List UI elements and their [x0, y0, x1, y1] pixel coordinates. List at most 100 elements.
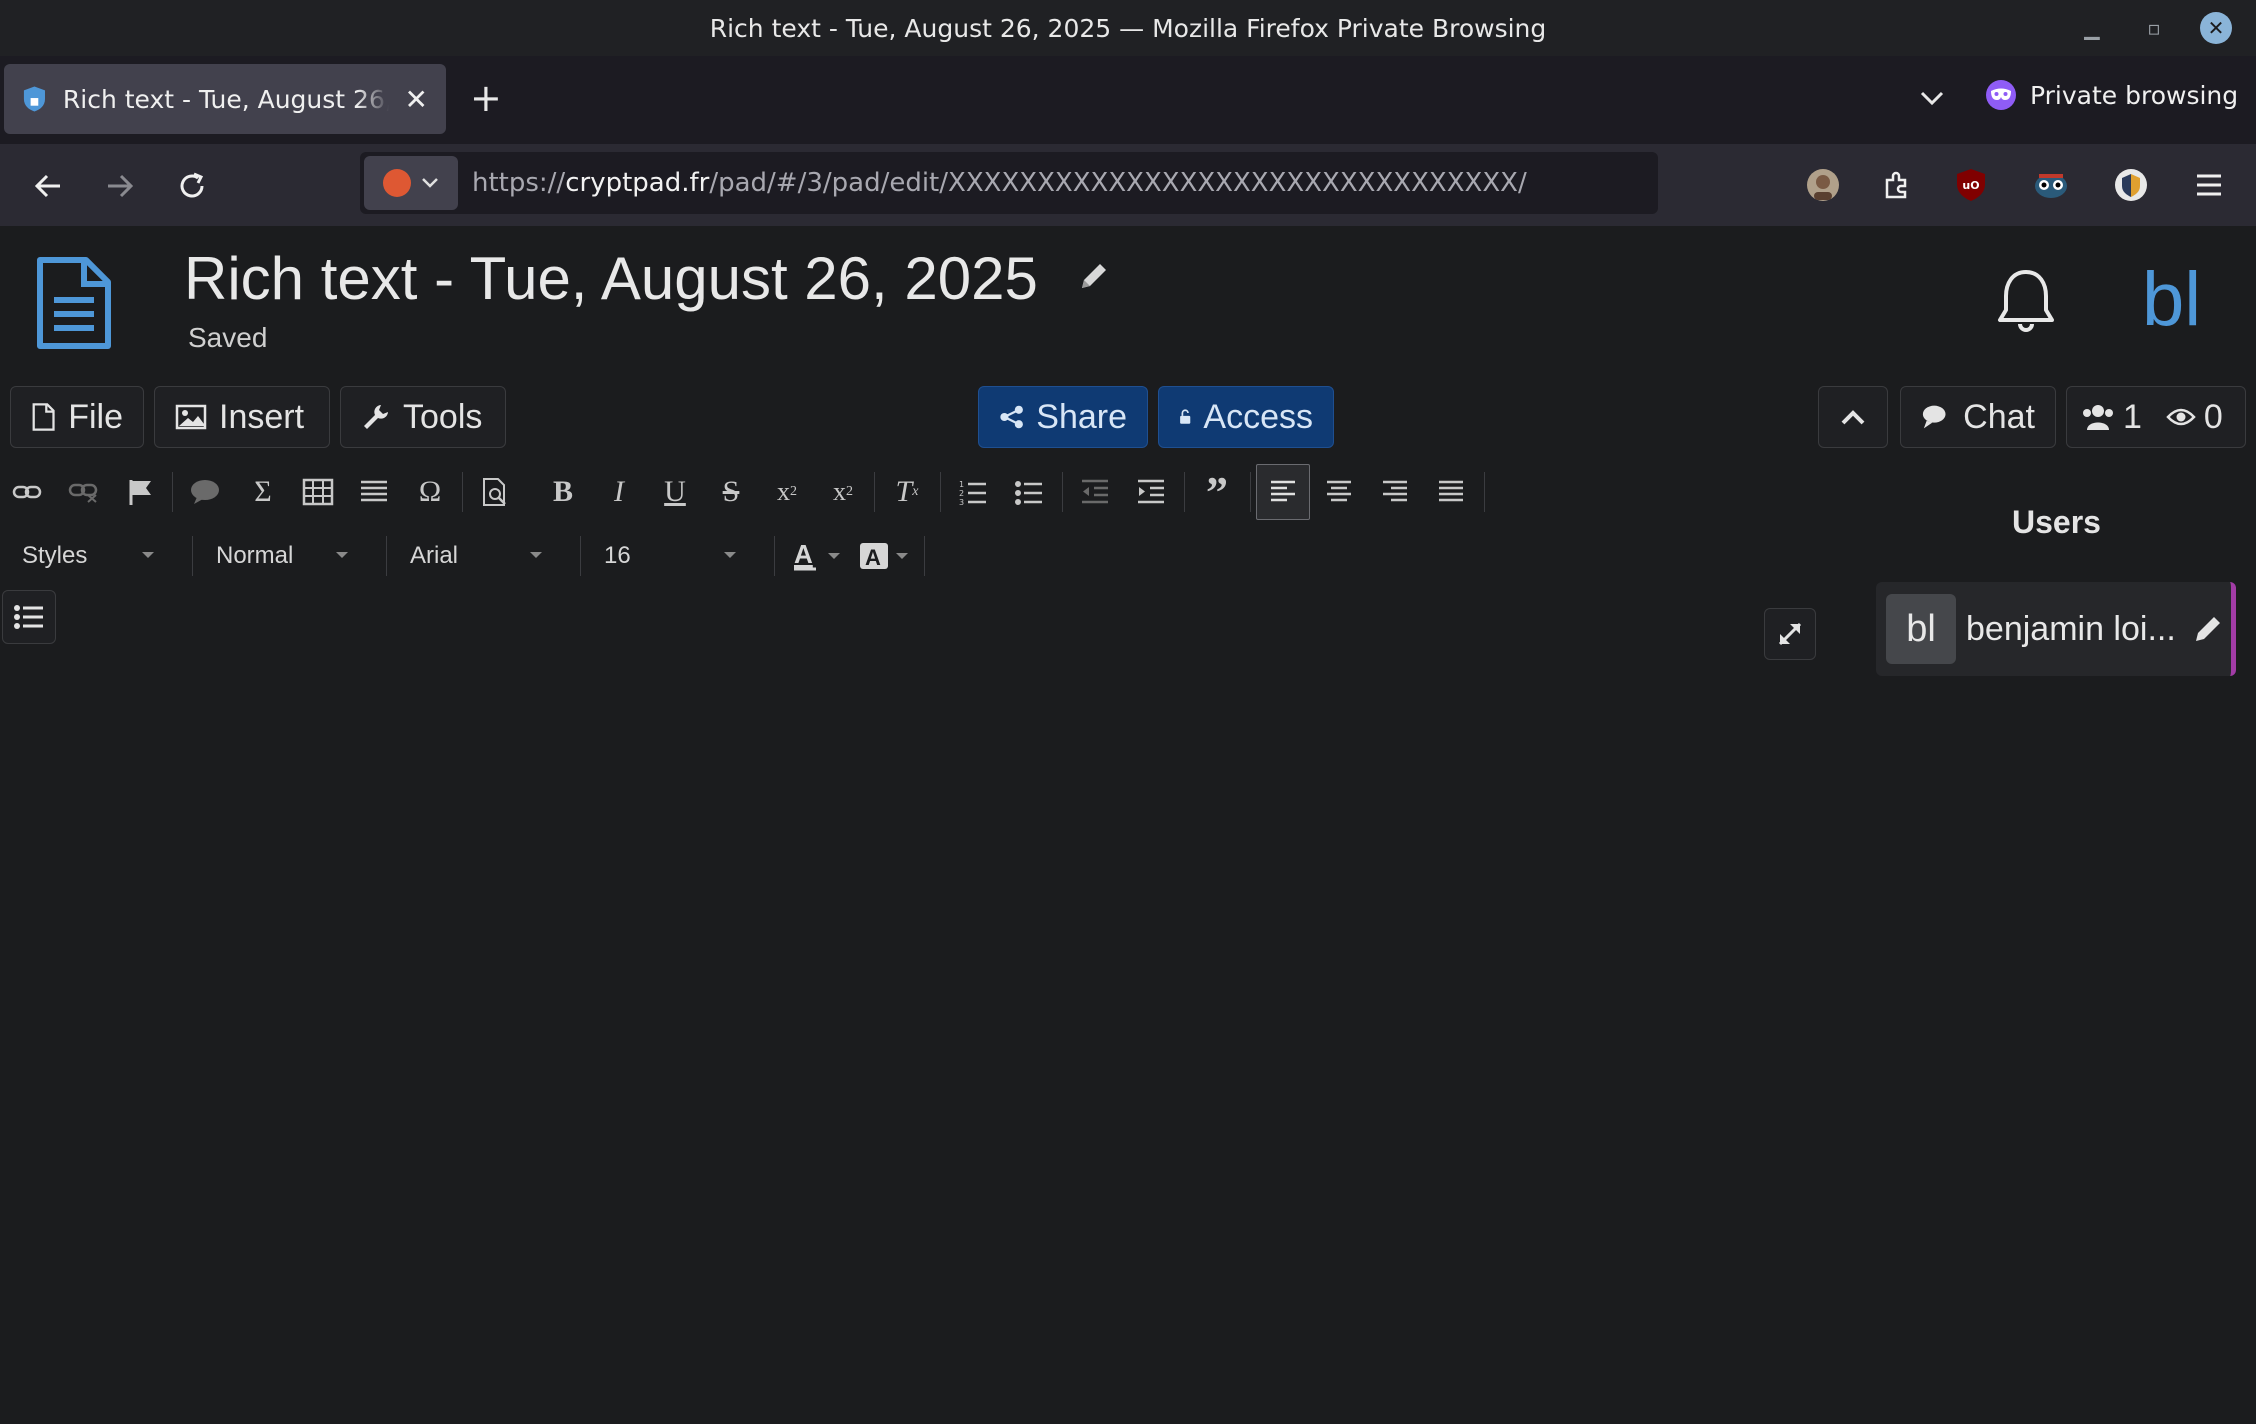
- chevron-up-icon: [1841, 410, 1865, 425]
- toolbar-separator: [192, 536, 193, 576]
- outdent-icon[interactable]: [1072, 464, 1118, 520]
- user-list-name: benjamin loi...: [1966, 609, 2176, 648]
- svg-text:uO: uO: [1962, 179, 1979, 192]
- table-of-contents-button[interactable]: [2, 590, 56, 644]
- insert-menu-label: Insert: [219, 397, 305, 436]
- caret-down-icon: [724, 552, 736, 558]
- share-button[interactable]: Share: [978, 386, 1148, 448]
- notifications-bell-icon[interactable]: [1994, 266, 2058, 336]
- anchor-flag-icon[interactable]: [118, 464, 164, 520]
- underline-icon[interactable]: U: [652, 464, 698, 520]
- privacy-badger-icon[interactable]: [2032, 166, 2070, 204]
- chevron-down-icon[interactable]: [1918, 84, 1946, 112]
- tab-strip: Rich text - Tue, August 26, 2025 ✕ + Pri…: [0, 56, 2256, 144]
- align-center-icon[interactable]: [1316, 464, 1362, 520]
- fullscreen-expand-button[interactable]: [1764, 608, 1816, 660]
- paragraph-format-value: Normal: [216, 542, 294, 569]
- background-color-button[interactable]: A: [860, 530, 912, 582]
- svg-text:1: 1: [959, 480, 964, 489]
- private-browsing-label: Private browsing: [2030, 80, 2239, 110]
- search-engine-button[interactable]: [364, 156, 458, 210]
- svg-text:A: A: [794, 539, 813, 569]
- paragraph-format-dropdown[interactable]: Normal: [216, 530, 348, 582]
- svg-text:2: 2: [959, 489, 964, 498]
- subscript-icon[interactable]: x2: [764, 464, 810, 520]
- close-window-icon[interactable]: ✕: [2200, 12, 2232, 44]
- document-title[interactable]: Rich text - Tue, August 26, 2025: [184, 244, 1038, 313]
- url-host: cryptpad.fr: [565, 168, 710, 198]
- horizontal-rule-icon[interactable]: [351, 464, 397, 520]
- caret-down-icon: [530, 552, 542, 558]
- ublock-origin-icon[interactable]: uO: [1952, 166, 1990, 204]
- back-arrow-icon[interactable]: [28, 166, 68, 206]
- tab-rich-text[interactable]: Rich text - Tue, August 26, 2025 ✕: [4, 64, 446, 134]
- duckduckgo-icon: [383, 169, 411, 197]
- user-avatar[interactable]: bl: [2142, 256, 2201, 343]
- users-icon: [2083, 405, 2113, 430]
- tools-menu-label: Tools: [403, 397, 483, 436]
- maximize-icon[interactable]: ▫: [2138, 12, 2170, 44]
- align-justify-icon[interactable]: [1428, 464, 1474, 520]
- document-header: Rich text - Tue, August 26, 2025 Saved b…: [0, 226, 2256, 376]
- toolbar-separator: [1484, 472, 1485, 512]
- user-list-item[interactable]: bl benjamin loi...: [1876, 582, 2236, 676]
- unlink-icon[interactable]: [60, 464, 106, 520]
- hamburger-menu-icon[interactable]: [2190, 166, 2228, 204]
- align-right-icon[interactable]: [1372, 464, 1418, 520]
- url-path: /pad/#/3/pad/edit/XXXXXXXXXXXXXXXXXXXXXX…: [709, 168, 1527, 198]
- collapse-toolbar-button[interactable]: [1818, 386, 1888, 448]
- tab-title: Rich text - Tue, August 26, 2025: [62, 84, 389, 114]
- remove-format-icon[interactable]: Tx: [884, 464, 930, 520]
- url-scheme: https://: [472, 168, 566, 198]
- preview-icon[interactable]: [472, 464, 518, 520]
- edit-title-pencil-icon[interactable]: [1076, 258, 1112, 294]
- editor-pencil-icon: [2195, 617, 2220, 641]
- styles-dropdown[interactable]: Styles: [22, 530, 154, 582]
- minimize-icon[interactable]: ▁: [2076, 12, 2108, 44]
- table-icon[interactable]: [295, 464, 341, 520]
- comment-icon[interactable]: [182, 464, 228, 520]
- text-color-button[interactable]: A: [792, 530, 842, 582]
- toolbar-separator: [774, 536, 775, 576]
- close-icon[interactable]: ✕: [405, 83, 428, 116]
- chat-button[interactable]: Chat: [1900, 386, 2056, 448]
- indent-icon[interactable]: [1128, 464, 1174, 520]
- special-char-omega-icon[interactable]: Ω: [407, 464, 453, 520]
- url-text[interactable]: https://cryptpad.fr/pad/#/3/pad/edit/XXX…: [472, 168, 1527, 198]
- svg-text:A: A: [865, 545, 881, 570]
- reload-icon[interactable]: [172, 166, 212, 206]
- blockquote-icon[interactable]: ”: [1194, 464, 1240, 520]
- superscript-icon[interactable]: x2: [820, 464, 866, 520]
- eye-icon: [2166, 408, 2196, 426]
- bold-icon[interactable]: B: [540, 464, 586, 520]
- font-size-value: 16: [604, 542, 631, 569]
- viewers-count: 0: [2203, 397, 2223, 436]
- wrench-icon: [364, 405, 388, 429]
- share-icon: [1000, 405, 1023, 429]
- userlist-toggle-button[interactable]: 1 0: [2066, 386, 2246, 448]
- new-tab-icon[interactable]: +: [470, 79, 502, 117]
- align-left-icon[interactable]: [1256, 464, 1310, 520]
- extensions-puzzle-icon[interactable]: [1878, 166, 1916, 204]
- italic-icon[interactable]: I: [596, 464, 642, 520]
- sigma-math-icon[interactable]: Σ: [240, 464, 286, 520]
- numbered-list-icon[interactable]: 123: [950, 464, 996, 520]
- bitwarden-shield-icon[interactable]: [2112, 166, 2150, 204]
- chat-label: Chat: [1963, 397, 2035, 436]
- url-bar[interactable]: https://cryptpad.fr/pad/#/3/pad/edit/XXX…: [360, 152, 1658, 214]
- access-button[interactable]: Access: [1158, 386, 1334, 448]
- insert-menu-button[interactable]: Insert: [154, 386, 330, 448]
- strikethrough-icon[interactable]: S: [708, 464, 754, 520]
- window-title: Rich text - Tue, August 26, 2025 — Mozil…: [709, 13, 1547, 43]
- toolbar-separator: [924, 536, 925, 576]
- bulleted-list-icon[interactable]: [1006, 464, 1052, 520]
- forward-arrow-icon[interactable]: [100, 166, 140, 206]
- font-size-dropdown[interactable]: 16: [604, 530, 736, 582]
- file-menu-button[interactable]: File: [10, 386, 144, 448]
- document-icon: [37, 257, 111, 349]
- account-avatar-icon[interactable]: [1804, 166, 1842, 204]
- font-family-dropdown[interactable]: Arial: [410, 530, 542, 582]
- link-icon[interactable]: [4, 464, 50, 520]
- tools-menu-button[interactable]: Tools: [340, 386, 506, 448]
- chat-bubble-icon: [1922, 405, 1946, 429]
